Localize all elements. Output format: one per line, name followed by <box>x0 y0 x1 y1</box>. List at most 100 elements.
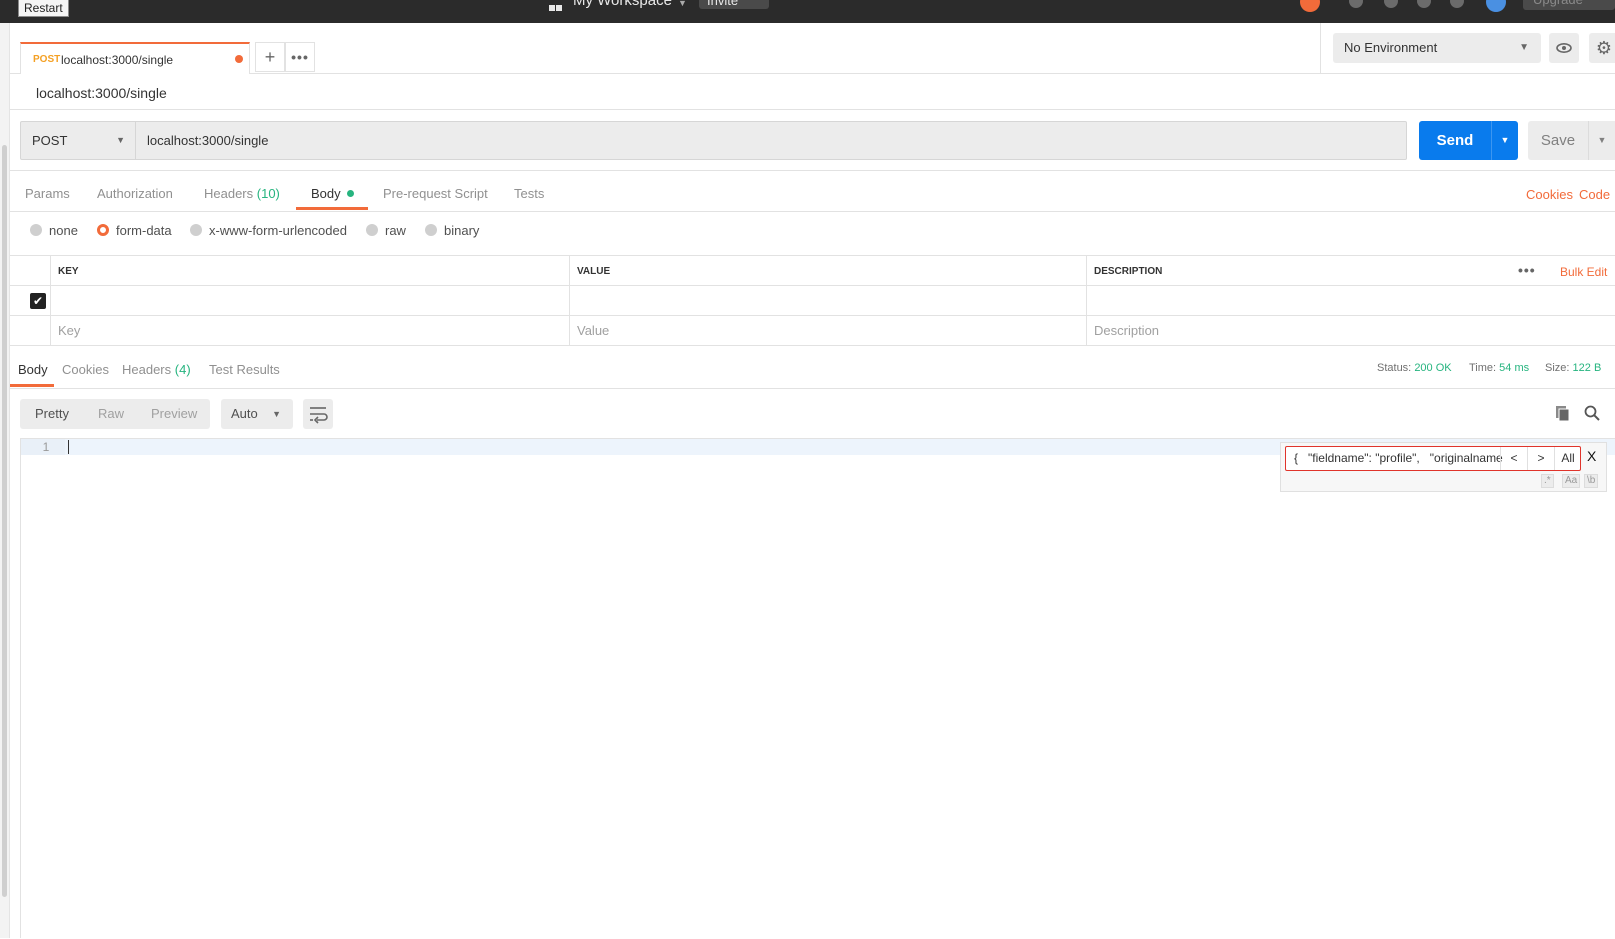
value-cell[interactable] <box>569 286 1086 316</box>
response-editor[interactable]: 1 <box>20 438 1615 939</box>
response-tab-test-results[interactable]: Test Results <box>209 362 280 377</box>
text-cursor <box>68 440 69 454</box>
response-tab-cookies[interactable]: Cookies <box>62 362 109 377</box>
size-label: Size: <box>1545 362 1570 374</box>
response-tab-body[interactable]: Body <box>18 362 48 377</box>
gear-icon: ⚙ <box>1595 38 1613 58</box>
radio-raw[interactable]: raw <box>366 223 406 238</box>
chat-icon[interactable] <box>1384 0 1398 8</box>
time-label: Time: <box>1469 362 1497 374</box>
table-options-button[interactable]: ••• <box>1518 256 1536 284</box>
environment-panel: No Environment ▼ ⚙ <box>1320 23 1615 74</box>
method-select[interactable]: POST ▼ <box>20 121 136 160</box>
view-pretty-button[interactable]: Pretty <box>35 399 69 429</box>
radio-none-label: none <box>49 223 78 238</box>
value-input[interactable]: Value <box>569 316 1086 346</box>
method-value: POST <box>32 133 68 148</box>
cookies-link[interactable]: Cookies <box>1526 187 1573 202</box>
workspace-name[interactable]: My Workspace <box>573 0 672 9</box>
status-value: 200 OK <box>1414 362 1452 374</box>
tab-authorization[interactable]: Authorization <box>97 186 173 201</box>
row-checkbox[interactable]: ✔ <box>30 293 46 309</box>
tab-tests[interactable]: Tests <box>514 186 544 201</box>
workspace-grid-icon <box>549 0 563 11</box>
satellite-icon[interactable] <box>1349 0 1363 8</box>
title-bar: Restart My Workspace ▼ Invite Upgrade <box>0 0 1615 23</box>
scrollbar-thumb[interactable] <box>2 145 7 897</box>
response-headers-count: (4) <box>174 362 191 377</box>
tab-body-label: Body <box>311 186 341 201</box>
wrap-lines-icon <box>310 407 328 424</box>
tab-params[interactable]: Params <box>25 186 70 201</box>
find-close-button[interactable]: X <box>1587 448 1596 464</box>
view-preview-button[interactable]: Preview <box>151 399 197 429</box>
bell-icon[interactable] <box>1417 0 1431 8</box>
radio-urlencoded-label: x-www-form-urlencoded <box>209 223 347 238</box>
radio-circle-icon <box>30 224 42 236</box>
response-tab-headers[interactable]: Headers (4) <box>122 362 191 377</box>
radio-form-data[interactable]: form-data <box>97 223 172 238</box>
search-icon[interactable] <box>1584 405 1600 421</box>
find-query: { "fieldname": "profile", "originalname <box>1294 451 1503 465</box>
request-title[interactable]: localhost:3000/single <box>36 85 167 101</box>
user-avatar-icon[interactable] <box>1486 0 1506 12</box>
workspace-caret-icon[interactable]: ▼ <box>678 0 687 8</box>
chevron-down-icon: ▼ <box>1500 135 1510 145</box>
tab-prerequest-script[interactable]: Pre-request Script <box>383 186 488 201</box>
form-data-table: KEY VALUE DESCRIPTION ••• Bulk Edit ✔ Ke… <box>10 255 1615 347</box>
upgrade-button[interactable]: Upgrade <box>1523 0 1615 10</box>
time-readout: Time: 54 ms <box>1469 362 1529 374</box>
sync-icon[interactable] <box>1300 0 1320 12</box>
code-link[interactable]: Code <box>1579 187 1610 202</box>
wrap-lines-button[interactable] <box>303 399 333 429</box>
left-scrollbar[interactable] <box>0 23 10 938</box>
new-tab-button[interactable]: + <box>255 42 285 72</box>
tab-headers-label: Headers <box>204 186 254 201</box>
word-toggle[interactable]: \b <box>1584 474 1599 488</box>
tab-headers[interactable]: Headers (10) <box>204 186 280 201</box>
find-next-button[interactable]: > <box>1527 447 1554 470</box>
chevron-down-icon: ▼ <box>116 135 125 145</box>
save-button[interactable]: Save <box>1528 121 1588 160</box>
url-input[interactable]: localhost:3000/single <box>136 121 1407 160</box>
tab-headers-count: (10) <box>256 186 280 201</box>
radio-binary[interactable]: binary <box>425 223 479 238</box>
format-select[interactable]: Auto ▼ <box>221 399 293 429</box>
chevron-down-icon: ▼ <box>272 409 281 419</box>
regex-toggle[interactable]: .* <box>1541 474 1554 488</box>
copy-icon[interactable] <box>1556 406 1570 422</box>
heart-icon[interactable] <box>1450 0 1464 8</box>
find-all-button[interactable]: All <box>1554 447 1581 470</box>
restart-button[interactable]: Restart <box>18 0 69 17</box>
manage-environments-button[interactable]: ⚙ <box>1589 33 1615 63</box>
radio-none[interactable]: none <box>30 223 78 238</box>
time-value: 54 ms <box>1499 362 1530 374</box>
active-tab-indicator <box>296 207 368 210</box>
tab-method: POST <box>33 54 61 65</box>
find-input[interactable]: { "fieldname": "profile", "originalname … <box>1285 446 1581 471</box>
find-prev-button[interactable]: < <box>1500 447 1527 470</box>
table-header-row: KEY VALUE DESCRIPTION ••• Bulk Edit <box>10 256 1615 286</box>
status-readout: Status: 200 OK <box>1377 362 1452 374</box>
line-number: 1 <box>21 439 65 455</box>
key-input[interactable]: Key <box>50 316 569 346</box>
send-button[interactable]: Send <box>1419 121 1491 160</box>
case-toggle[interactable]: Aa <box>1562 474 1581 488</box>
divider <box>10 170 1615 171</box>
radio-circle-icon <box>366 224 378 236</box>
view-mode-group: Pretty Raw Preview <box>20 399 210 429</box>
view-raw-button[interactable]: Raw <box>98 399 124 429</box>
description-input[interactable]: Description <box>1086 316 1615 346</box>
request-tab[interactable]: POST localhost:3000/single <box>20 42 250 74</box>
radio-urlencoded[interactable]: x-www-form-urlencoded <box>190 223 347 238</box>
key-cell[interactable] <box>50 286 569 316</box>
invite-button[interactable]: Invite <box>699 0 769 9</box>
save-options-button[interactable]: ▼ <box>1588 121 1615 160</box>
bulk-edit-link[interactable]: Bulk Edit <box>1560 256 1607 288</box>
tab-body[interactable]: Body <box>311 186 354 201</box>
tab-options-button[interactable]: ••• <box>285 42 315 72</box>
environment-quick-look-button[interactable] <box>1549 33 1579 63</box>
environment-select[interactable]: No Environment ▼ <box>1333 33 1541 63</box>
send-options-button[interactable]: ▼ <box>1491 121 1518 160</box>
description-cell[interactable] <box>1086 286 1615 316</box>
